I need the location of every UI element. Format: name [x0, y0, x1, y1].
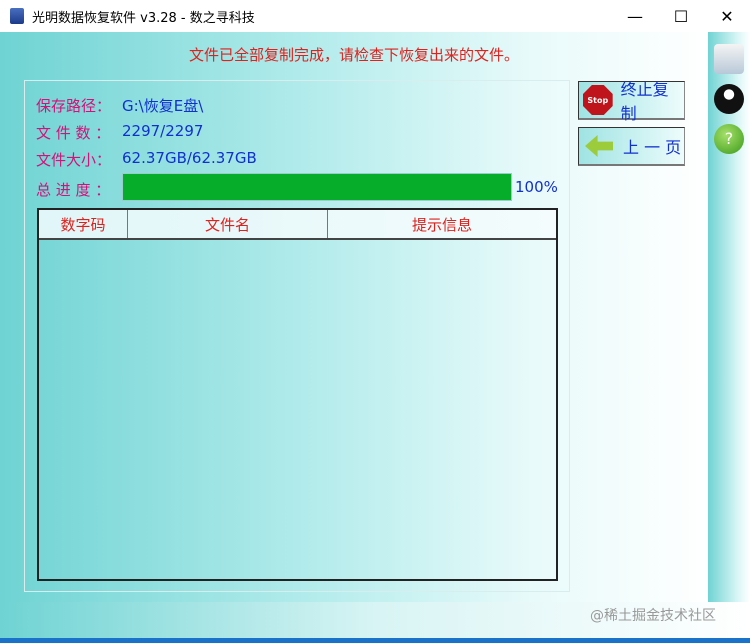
watermark: @稀土掘金技术社区: [590, 608, 716, 624]
progress-percent: 100%: [515, 178, 558, 196]
back-arrow-icon: [585, 135, 613, 157]
settings-icon[interactable]: [714, 44, 744, 74]
maximize-button[interactable]: ☐: [658, 0, 704, 32]
stop-copy-button[interactable]: Stop 终止复制: [578, 80, 685, 123]
close-button[interactable]: ✕: [704, 0, 750, 32]
stop-icon: Stop: [583, 85, 613, 115]
help-icon[interactable]: ?: [714, 124, 744, 154]
previous-page-label: 上 一 页: [623, 138, 682, 157]
progress-fill: [123, 174, 511, 200]
minimize-button[interactable]: —: [612, 0, 658, 32]
column-header-filename[interactable]: 文件名: [128, 210, 328, 238]
column-header-info[interactable]: 提示信息: [328, 210, 556, 238]
app-icon: [10, 8, 24, 24]
previous-page-button[interactable]: 上 一 页: [578, 127, 685, 166]
qq-icon[interactable]: [714, 84, 744, 114]
progress-label: 总 进 度 ：: [36, 181, 111, 199]
title-bar: 光明数据恢复软件 v3.28 - 数之寻科技 — ☐ ✕: [0, 0, 750, 32]
progress-bar: [122, 173, 512, 201]
stop-copy-label: 终止复制: [620, 80, 669, 123]
file-size-label: 文件大小：: [36, 151, 112, 169]
table-header: 数字码 文件名 提示信息: [39, 210, 556, 240]
file-table[interactable]: 数字码 文件名 提示信息: [37, 208, 558, 581]
save-path-value: G:\恢复E盘\: [122, 97, 204, 115]
file-count-label: 文 件 数 ：: [36, 124, 111, 142]
side-strip: [708, 32, 750, 602]
file-count-value: 2297/2297: [122, 122, 204, 140]
status-message: 文件已全部复制完成，请检查下恢复出来的文件。: [188, 46, 519, 64]
column-header-code[interactable]: 数字码: [39, 210, 128, 238]
file-size-value: 62.37GB/62.37GB: [122, 149, 257, 167]
window-title: 光明数据恢复软件 v3.28 - 数之寻科技: [32, 10, 255, 26]
save-path-label: 保存路径：: [36, 97, 112, 115]
bottom-border: [0, 638, 750, 643]
